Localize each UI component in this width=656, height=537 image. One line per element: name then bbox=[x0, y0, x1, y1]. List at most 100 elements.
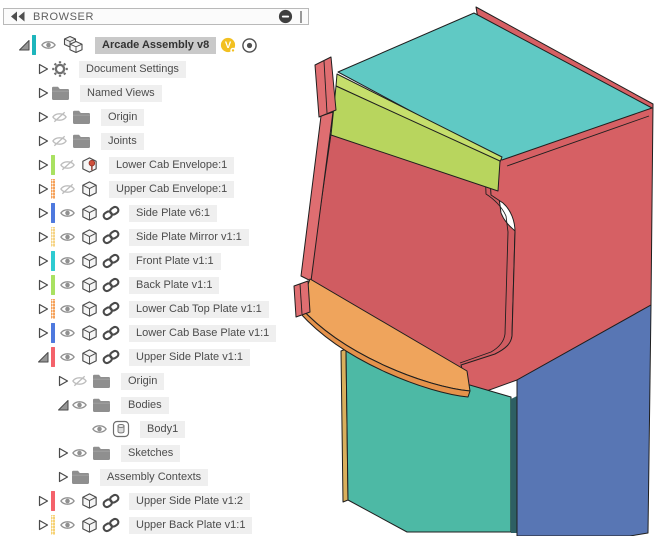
tree-row[interactable]: Assembly Contexts bbox=[0, 465, 292, 489]
expand-toggle-closed-icon[interactable] bbox=[36, 518, 51, 532]
component-icon bbox=[80, 252, 99, 271]
panel-drag-handle[interactable] bbox=[300, 10, 302, 23]
item-label[interactable]: Upper Side Plate v1:1 bbox=[129, 348, 251, 366]
component-color-bar bbox=[51, 227, 55, 247]
version-badge[interactable]: V bbox=[220, 37, 237, 54]
expand-toggle-closed-icon[interactable] bbox=[36, 110, 51, 124]
link-icon bbox=[102, 492, 120, 510]
tree-row[interactable]: Upper Side Plate v1:2 bbox=[0, 489, 292, 513]
tree-row[interactable]: Lower Cab Base Plate v1:1 bbox=[0, 321, 292, 345]
component-icon bbox=[80, 516, 99, 535]
item-label[interactable]: Upper Cab Envelope:1 bbox=[109, 180, 235, 198]
component-color-bar bbox=[51, 347, 55, 367]
visibility-on-icon[interactable] bbox=[59, 206, 77, 220]
item-label[interactable]: Document Settings bbox=[79, 60, 186, 78]
expand-toggle-closed-icon[interactable] bbox=[36, 62, 51, 76]
component-color-bar bbox=[51, 179, 55, 199]
visibility-on-icon[interactable] bbox=[59, 278, 77, 292]
visibility-on-icon[interactable] bbox=[59, 302, 77, 316]
expand-toggle-closed-icon[interactable] bbox=[36, 206, 51, 220]
item-label[interactable]: Back Plate v1:1 bbox=[129, 276, 220, 294]
item-label[interactable]: Side Plate Mirror v1:1 bbox=[129, 228, 249, 246]
minimize-panel-icon[interactable] bbox=[278, 9, 293, 24]
item-label[interactable]: Upper Side Plate v1:2 bbox=[129, 492, 251, 510]
item-label[interactable]: Joints bbox=[101, 132, 144, 150]
expand-toggle-open-icon[interactable] bbox=[17, 38, 32, 52]
tree-row[interactable]: Document Settings bbox=[0, 57, 292, 81]
expand-toggle-closed-icon[interactable] bbox=[36, 86, 51, 100]
item-label[interactable]: Body1 bbox=[140, 420, 186, 438]
item-label[interactable]: Lower Cab Envelope:1 bbox=[109, 156, 235, 174]
tree-row[interactable]: Side Plate v6:1 bbox=[0, 201, 292, 225]
tree-row[interactable]: Lower Cab Top Plate v1:1 bbox=[0, 297, 292, 321]
tree-row[interactable]: Origin bbox=[0, 105, 292, 129]
visibility-off-icon[interactable] bbox=[71, 374, 89, 388]
visibility-on-icon[interactable] bbox=[71, 446, 89, 460]
tree-row[interactable]: Side Plate Mirror v1:1 bbox=[0, 225, 292, 249]
visibility-on-icon[interactable] bbox=[59, 494, 77, 508]
item-label[interactable]: Lower Cab Top Plate v1:1 bbox=[129, 300, 269, 318]
expand-toggle-closed-icon[interactable] bbox=[36, 302, 51, 316]
component-color-bar bbox=[32, 35, 36, 55]
expand-toggle-closed-icon[interactable] bbox=[36, 230, 51, 244]
item-label[interactable]: Origin bbox=[121, 372, 165, 390]
folder-icon bbox=[72, 109, 91, 125]
item-label[interactable]: Front Plate v1:1 bbox=[129, 252, 221, 270]
expand-toggle-open-icon[interactable] bbox=[56, 398, 71, 412]
expand-toggle-closed-icon[interactable] bbox=[36, 158, 51, 172]
item-label[interactable]: Upper Back Plate v1:1 bbox=[129, 516, 253, 534]
tree-row[interactable]: Origin bbox=[0, 369, 292, 393]
item-label[interactable]: Side Plate v6:1 bbox=[129, 204, 217, 222]
visibility-on-icon[interactable] bbox=[59, 350, 77, 364]
expand-toggle-closed-icon[interactable] bbox=[36, 494, 51, 508]
tree-row[interactable]: Arcade Assembly v8 V bbox=[0, 33, 292, 57]
visibility-on-icon[interactable] bbox=[59, 254, 77, 268]
tree-row[interactable]: Joints bbox=[0, 129, 292, 153]
component-icon bbox=[80, 228, 99, 247]
expand-toggle-closed-icon[interactable] bbox=[56, 470, 71, 484]
tree-row[interactable]: Front Plate v1:1 bbox=[0, 249, 292, 273]
tree-row[interactable]: Named Views bbox=[0, 81, 292, 105]
expand-toggle-closed-icon[interactable] bbox=[36, 326, 51, 340]
expand-toggle-closed-icon[interactable] bbox=[36, 278, 51, 292]
link-icon bbox=[102, 204, 120, 222]
expand-toggle-closed-icon[interactable] bbox=[36, 254, 51, 268]
item-label[interactable]: Arcade Assembly v8 bbox=[95, 36, 217, 54]
visibility-on-icon[interactable] bbox=[59, 230, 77, 244]
visibility-off-icon[interactable] bbox=[59, 182, 77, 196]
component-icon bbox=[80, 348, 99, 367]
expand-toggle-closed-icon[interactable] bbox=[56, 446, 71, 460]
collapse-panel-icon[interactable] bbox=[10, 11, 26, 22]
expand-toggle-closed-icon[interactable] bbox=[36, 182, 51, 196]
tree-row[interactable]: Body1 bbox=[0, 417, 292, 441]
expand-toggle-closed-icon[interactable] bbox=[36, 134, 51, 148]
visibility-off-icon[interactable] bbox=[51, 110, 69, 124]
visibility-on-icon[interactable] bbox=[91, 422, 109, 436]
folder-icon bbox=[72, 133, 91, 149]
folder-icon bbox=[51, 85, 70, 101]
tree-row[interactable]: Lower Cab Envelope:1 bbox=[0, 153, 292, 177]
tree-row[interactable]: Back Plate v1:1 bbox=[0, 273, 292, 297]
visibility-on-icon[interactable] bbox=[71, 398, 89, 412]
visibility-off-icon[interactable] bbox=[51, 134, 69, 148]
tree-row[interactable]: Sketches bbox=[0, 441, 292, 465]
active-badge[interactable] bbox=[241, 37, 258, 54]
item-label[interactable]: Bodies bbox=[121, 396, 169, 414]
component-icon bbox=[80, 180, 99, 199]
item-label[interactable]: Assembly Contexts bbox=[100, 468, 209, 486]
item-label[interactable]: Lower Cab Base Plate v1:1 bbox=[129, 324, 277, 342]
browser-panel-header: BROWSER bbox=[3, 8, 309, 25]
item-label[interactable]: Named Views bbox=[80, 84, 162, 102]
tree-row[interactable]: Bodies bbox=[0, 393, 292, 417]
item-label[interactable]: Sketches bbox=[121, 444, 181, 462]
tree-row[interactable]: Upper Side Plate v1:1 bbox=[0, 345, 292, 369]
visibility-off-icon[interactable] bbox=[59, 158, 77, 172]
visibility-on-icon[interactable] bbox=[40, 38, 58, 52]
visibility-on-icon[interactable] bbox=[59, 518, 77, 532]
expand-toggle-open-icon[interactable] bbox=[36, 350, 51, 364]
visibility-on-icon[interactable] bbox=[59, 326, 77, 340]
expand-toggle-closed-icon[interactable] bbox=[56, 374, 71, 388]
tree-row[interactable]: Upper Back Plate v1:1 bbox=[0, 513, 292, 537]
item-label[interactable]: Origin bbox=[101, 108, 145, 126]
tree-row[interactable]: Upper Cab Envelope:1 bbox=[0, 177, 292, 201]
